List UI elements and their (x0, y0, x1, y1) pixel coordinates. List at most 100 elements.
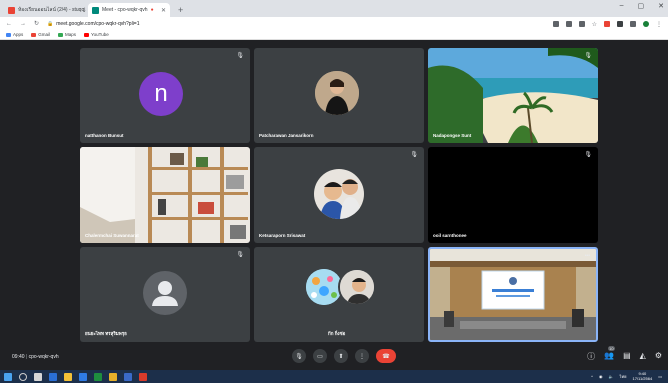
more-icon: ⋮ (359, 353, 365, 360)
bookmark-gmail[interactable]: Gmail (31, 32, 50, 37)
participant-name: กีก กิ่งช่อ (328, 331, 346, 336)
more-options-button[interactable]: ⋮ (355, 349, 369, 363)
beach-video-icon (428, 48, 598, 143)
meeting-info: 09:40 | cpo-wqkr-qvh (12, 353, 59, 360)
participant-tile[interactable]: 🎙 Nadapongse Sunt (428, 48, 598, 143)
tray-arrow-icon[interactable]: ^ (591, 374, 593, 379)
meeting-side-controls: ⓘ 👥 10 ▤ ◭ ⚙ (587, 346, 662, 362)
camera-button[interactable]: ▭ (313, 349, 327, 363)
more-options-icon[interactable]: ••• (585, 253, 590, 259)
volume-icon[interactable]: 🔈 (609, 374, 614, 379)
participant-name: ยนยะไหท ทรสุริมพรุธ (85, 331, 127, 336)
host-controls-icon[interactable]: ⚙ (655, 351, 662, 362)
meet-icon (92, 6, 99, 14)
people-button[interactable]: 👥 10 (604, 346, 615, 362)
mic-muted-icon: 🎙 (410, 152, 418, 158)
minimize-icon[interactable]: – (620, 2, 624, 10)
forward-icon[interactable]: → (20, 21, 26, 27)
self-tile[interactable]: ••• (428, 247, 598, 342)
present-icon: ⬆ (338, 353, 344, 360)
bookmarks-bar: Apps Gmail Maps YouTube (0, 30, 668, 40)
mic-button[interactable]: 🎙 (292, 349, 306, 363)
menu-icon[interactable]: ⋮ (656, 21, 662, 28)
person-photo-icon (315, 71, 359, 115)
browser-tab-classroom[interactable]: ห้องเรียนออนไลน์ (2/4) - stuqqj.cmi ✕ (4, 3, 86, 17)
child-photo-icon (340, 270, 374, 304)
camera-icon[interactable] (552, 20, 559, 27)
camera-icon: ▭ (317, 353, 323, 360)
participant-name: Nadapongse Sunt (433, 133, 472, 138)
store-icon[interactable] (79, 372, 87, 381)
maps-icon (58, 32, 64, 37)
meeting-controls-bar: 09:40 | cpo-wqkr-qvh 🎙 ▭ ⬆ ⋮ ☎ ⓘ 👥 10 ▤ … (0, 343, 668, 370)
network-icon[interactable]: ◉ (599, 374, 603, 379)
end-call-button[interactable]: ☎ (376, 349, 396, 363)
star-icon[interactable]: ☆ (592, 21, 597, 28)
mic-muted-icon: 🎙 (584, 152, 592, 158)
close-tab-icon[interactable]: ✕ (161, 7, 166, 14)
activities-icon[interactable]: ◭ (640, 351, 646, 362)
new-tab-button[interactable]: + (172, 5, 189, 17)
clock[interactable]: 9:40 17/11/2564 (632, 371, 653, 381)
clock-date: 17/11/2564 (632, 375, 653, 381)
edge-icon[interactable] (49, 372, 57, 381)
participant-name: Patcharawan Jansarikorn (259, 133, 314, 138)
participant-tile[interactable]: 🎙 Ketsaraporn Srisawat (254, 147, 424, 243)
media-icon[interactable] (630, 20, 636, 27)
bookmark-youtube[interactable]: YouTube (84, 32, 109, 37)
browser-tab-meet[interactable]: Meet - cpo-wqkr-qvh ● ✕ (88, 3, 170, 17)
present-button[interactable]: ⬆ (334, 349, 348, 363)
mic-muted-icon: 🎙 (236, 53, 244, 59)
participant-name: Ketsaraporn Srisawat (259, 233, 306, 238)
apps-icon (6, 32, 11, 37)
conference-room-video-icon (430, 249, 596, 340)
reload-icon[interactable]: ↻ (34, 20, 39, 27)
search-icon[interactable] (19, 372, 27, 381)
url-field[interactable]: 🔒 meet.google.com/cpo-wqkr-qvh?pli=1 (47, 21, 139, 27)
extensions-area: ☆ ⋮ (552, 20, 662, 28)
recording-icon: ● (150, 7, 154, 13)
info-icon[interactable]: ⓘ (587, 351, 595, 362)
excel-icon[interactable] (94, 372, 102, 381)
participant-tile[interactable]: 🎙 ยนยะไหท ทรสุริมพรุธ (80, 247, 250, 342)
bookmark-apps[interactable]: Apps (6, 32, 23, 37)
participant-tile[interactable]: กีก กิ่งช่อ (254, 247, 424, 342)
browser-tab-bar: ห้องเรียนออนไลน์ (2/4) - stuqqj.cmi ✕ Me… (0, 0, 668, 17)
avatar (306, 269, 342, 305)
word-icon[interactable] (124, 372, 132, 381)
chat-icon[interactable]: ▤ (623, 351, 631, 362)
back-icon[interactable]: ← (6, 21, 12, 27)
translate-icon[interactable] (565, 20, 572, 27)
avatar (314, 169, 364, 219)
notification-icon[interactable]: ▭ (658, 374, 662, 379)
file-explorer-icon[interactable] (64, 372, 72, 381)
participant-name: natthanon Bunsut (85, 133, 124, 138)
puzzle-icon[interactable] (617, 20, 623, 27)
participant-tile[interactable]: 🎙 ooil sarnthonee (428, 147, 598, 243)
phone-icon: ☎ (382, 353, 390, 360)
participant-name: ooil sarnthonee (433, 233, 467, 238)
extension-red-icon[interactable] (604, 20, 610, 27)
maximize-icon[interactable]: ▢ (638, 2, 645, 10)
lock-icon: 🔒 (47, 20, 54, 27)
participant-tile[interactable]: Chalermchai Suwannarat (80, 147, 250, 243)
bookmark-maps[interactable]: Maps (58, 32, 76, 37)
participant-tile[interactable]: n 🎙 natthanon Bunsut (80, 48, 250, 143)
avatar (338, 268, 376, 306)
language-icon[interactable]: ไทย (619, 373, 626, 380)
participant-count-badge: 10 (608, 346, 615, 351)
youtube-icon (84, 32, 90, 37)
acrobat-icon[interactable] (139, 372, 147, 381)
task-view-icon[interactable] (34, 372, 42, 381)
avatar (315, 71, 359, 115)
participant-tile[interactable]: Patcharawan Jansarikorn (254, 48, 424, 143)
chrome-icon[interactable] (109, 372, 117, 381)
profile-avatar[interactable] (643, 20, 649, 27)
default-avatar-icon (143, 271, 187, 315)
tab-title: ห้องเรียนออนไลน์ (2/4) - stuqqj.cmi (18, 7, 86, 13)
start-icon[interactable] (4, 372, 12, 381)
address-bar: ← → ↻ 🔒 meet.google.com/cpo-wqkr-qvh?pli… (0, 17, 668, 30)
mic-muted-icon: 🎙 (236, 252, 244, 258)
close-window-icon[interactable]: ✕ (658, 2, 664, 10)
share-icon[interactable] (578, 20, 585, 27)
